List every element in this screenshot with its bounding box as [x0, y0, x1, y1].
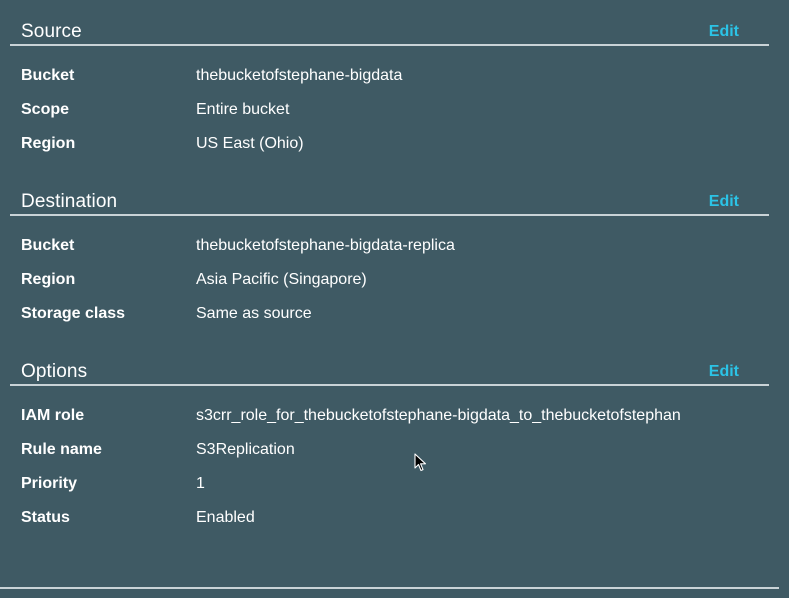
replication-review-panel: Source Edit Bucket thebucketofstephane-b…: [0, 0, 789, 598]
source-edit-link[interactable]: Edit: [709, 23, 739, 41]
field-value: s3crr_role_for_thebucketofstephane-bigda…: [196, 407, 681, 424]
destination-section-header: Destination Edit: [10, 180, 769, 216]
options-edit-link[interactable]: Edit: [709, 363, 739, 381]
footer-divider: [0, 587, 779, 589]
mouse-pointer-icon: [414, 453, 427, 472]
field-label: Region: [21, 135, 76, 152]
field-value: Same as source: [196, 305, 312, 322]
field-label: Bucket: [21, 67, 75, 84]
field-label: Bucket: [21, 237, 75, 254]
field-value: Asia Pacific (Singapore): [196, 271, 367, 288]
field-value: S3Replication: [196, 441, 295, 458]
field-value: US East (Ohio): [196, 135, 304, 152]
field-label: IAM role: [21, 407, 85, 424]
field-label: Rule name: [21, 441, 102, 458]
field-value: Enabled: [196, 509, 255, 526]
field-value: thebucketofstephane-bigdata: [196, 67, 403, 84]
field-label: Scope: [21, 101, 70, 118]
destination-edit-link[interactable]: Edit: [709, 193, 739, 211]
options-section-header: Options Edit: [10, 350, 769, 386]
field-value: Entire bucket: [196, 101, 290, 118]
field-value: thebucketofstephane-bigdata-replica: [196, 237, 455, 254]
source-section-title: Source: [21, 21, 82, 42]
field-value: 1: [196, 475, 205, 492]
field-label: Storage class: [21, 305, 126, 322]
destination-section-title: Destination: [21, 191, 118, 212]
options-section-title: Options: [21, 361, 88, 382]
field-label: Region: [21, 271, 76, 288]
field-label: Priority: [21, 475, 78, 492]
field-label: Status: [21, 509, 70, 526]
source-section-header: Source Edit: [10, 10, 769, 46]
